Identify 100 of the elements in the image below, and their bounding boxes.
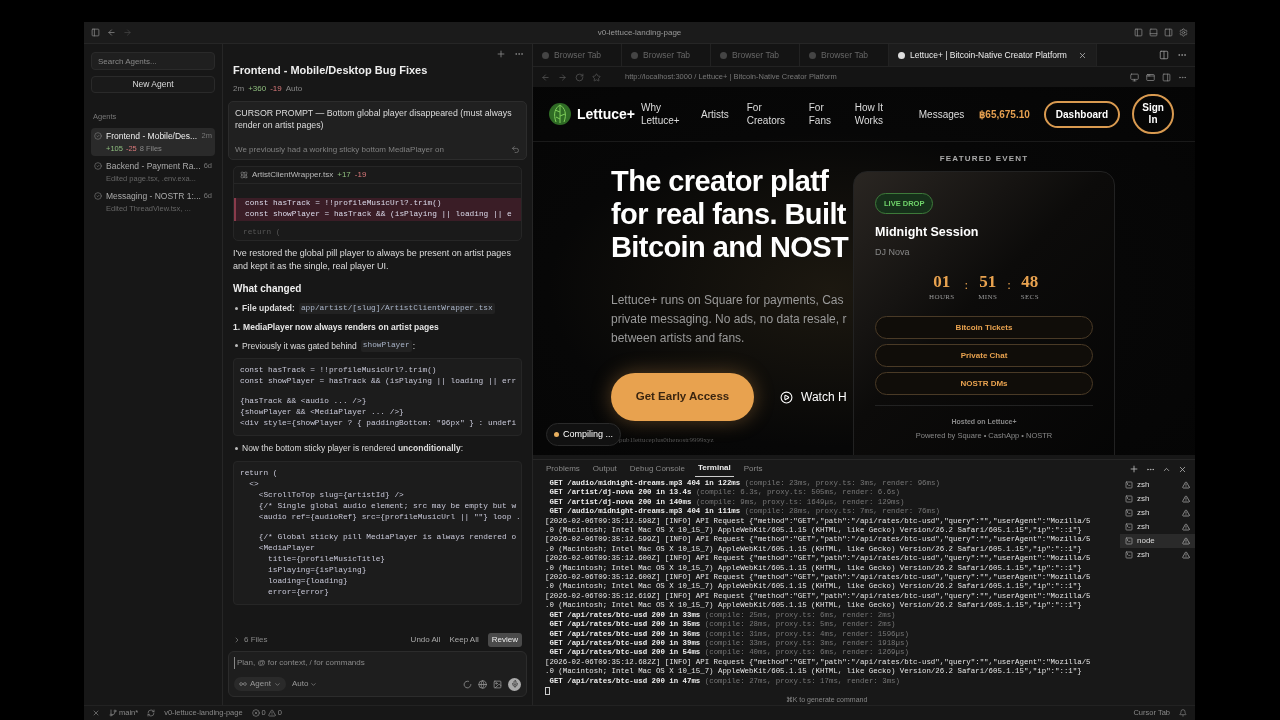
removed-count: -19: [270, 82, 282, 95]
panel-tab[interactable]: Problems: [543, 460, 583, 477]
agent-title: Backend - Payment Ra...: [106, 160, 201, 173]
favicon-icon: [898, 51, 905, 59]
terminal-icon: [1125, 509, 1133, 517]
panel-tab[interactable]: Ports: [740, 460, 766, 477]
chevron-icon[interactable]: [233, 636, 241, 644]
event-title: Midnight Session: [875, 224, 980, 242]
favicon-icon: [809, 51, 816, 59]
undo-icon[interactable]: [511, 145, 520, 154]
add-icon[interactable]: [496, 49, 506, 59]
new-terminal-icon[interactable]: [1129, 464, 1139, 474]
split-view-icon[interactable]: [1159, 50, 1169, 60]
window-title: v0-lettuce-landing-page: [596, 26, 683, 39]
terminal-icon: [1125, 551, 1133, 559]
files-count: 6 Files: [244, 634, 268, 646]
panel-tab[interactable]: Terminal: [694, 460, 734, 477]
reload-icon[interactable]: [575, 72, 584, 82]
brand-name[interactable]: Lettuce+: [577, 103, 635, 125]
close-icon[interactable]: [1178, 464, 1187, 474]
added-count: +360: [248, 82, 267, 95]
panel-icon[interactable]: [1162, 72, 1171, 82]
mic-button[interactable]: [508, 677, 521, 691]
sidebar-toggle-icon[interactable]: [91, 28, 100, 37]
terminal-icon: [1125, 537, 1133, 545]
watch-link[interactable]: Watch H: [780, 388, 847, 406]
list-text: Now the bottom sticky player is rendered unconditionally:: [242, 442, 464, 455]
browser-tab[interactable]: Lettuce+ | Bitcoin-Native Creator Platform: [889, 44, 1097, 66]
monitor-icon[interactable]: [1130, 72, 1139, 82]
close-icon[interactable]: [1077, 50, 1087, 60]
nav-link[interactable]: Messages: [918, 107, 965, 121]
list-text: Previously it was gated behind: [242, 339, 357, 353]
search-field[interactable]: Search Agents...: [91, 52, 215, 70]
globe-icon[interactable]: [478, 679, 487, 689]
mode-label: Auto: [285, 82, 303, 95]
terminal-session[interactable]: zsh: [1120, 506, 1195, 520]
undo-all-button[interactable]: Undo All: [410, 634, 441, 646]
bell-icon[interactable]: [1179, 709, 1187, 717]
back-icon[interactable]: [541, 72, 550, 82]
hero-text: between artists and fans.: [611, 330, 745, 347]
forward-icon[interactable]: [558, 72, 567, 82]
star-icon[interactable]: [592, 72, 601, 82]
settings-icon[interactable]: [1179, 28, 1188, 37]
faded-text: We previously had a working sticky bottom MediaPlayer on: [235, 143, 444, 156]
panel-tab[interactable]: Debug Console: [626, 460, 688, 477]
sync-icon[interactable]: [147, 709, 156, 717]
early-access-button[interactable]: Get Early Access: [611, 373, 754, 421]
nav-link[interactable]: For Creators: [746, 101, 791, 127]
layout-icon[interactable]: [1149, 28, 1158, 37]
dashboard-button[interactable]: Dashboard: [1043, 100, 1121, 128]
featured-label: FEATURED EVENT: [938, 153, 1030, 165]
keep-all-button[interactable]: Keep All: [449, 634, 479, 646]
model-dropdown[interactable]: Auto: [291, 678, 318, 690]
event-action-button[interactable]: Private Chat: [875, 344, 1093, 367]
branch-icon: [109, 709, 117, 717]
file-name: ArtistClientWrapper.tsx: [252, 168, 334, 181]
agent-title: Frontend - Mobile/Des...: [106, 130, 198, 143]
message-text: I've restored the global pill player to always be present on artist pages and kept it as the single, real player UI.: [233, 247, 512, 273]
new-agent-button[interactable]: New Agent: [91, 76, 215, 93]
message-heading: What changed: [233, 282, 303, 296]
nav-link[interactable]: Artists: [700, 107, 729, 121]
colon-separator: :: [964, 275, 969, 294]
panel-tab[interactable]: Output: [589, 460, 620, 477]
terminal-session[interactable]: node: [1120, 534, 1195, 548]
warning-icon: [1182, 551, 1190, 559]
agent-dropdown[interactable]: Agent: [234, 677, 286, 691]
hero-text: Lettuce+ runs on Square for payments, Cas: [611, 292, 844, 309]
removed-count: -19: [354, 168, 367, 181]
caret-icon: [273, 680, 281, 688]
hero-text: private messaging. No ads, no data resale, r: [611, 311, 847, 328]
chat-time: 2m: [233, 82, 245, 95]
window-icon[interactable]: [1146, 72, 1155, 82]
back-icon[interactable]: [107, 28, 116, 37]
image-icon[interactable]: [493, 679, 502, 689]
terminal-session[interactable]: zsh: [1120, 520, 1195, 534]
event-action-button[interactable]: NOSTR DMs: [875, 372, 1093, 395]
terminal-session[interactable]: zsh: [1120, 548, 1195, 562]
microphone-icon: [510, 680, 519, 688]
hero-headline: The creator platf: [611, 165, 829, 198]
cursor: [545, 686, 550, 695]
nav-link[interactable]: For Fans: [808, 101, 837, 127]
countdown-value: 51: [979, 271, 997, 292]
list-text: :: [412, 339, 415, 353]
terminal-session[interactable]: zsh: [1120, 492, 1195, 506]
terminal-session[interactable]: zsh: [1120, 478, 1195, 492]
event-action-button[interactable]: Bitcoin Tickets: [875, 316, 1093, 339]
review-button[interactable]: Review: [487, 633, 522, 647]
chat-title: Frontend - Mobile/Desktop Bug Fixes: [233, 63, 429, 78]
btc-price: ฿65,675.10: [979, 107, 1030, 122]
terminal-icon: [1125, 495, 1133, 503]
warning-icon: [267, 709, 276, 717]
layout-icon[interactable]: [1134, 28, 1143, 37]
colon-separator: :: [1007, 275, 1011, 294]
nav-link[interactable]: Why Lettuce+: [640, 101, 683, 127]
layout-icon[interactable]: [1164, 28, 1173, 37]
event-artist: DJ Nova: [875, 246, 911, 259]
nav-link[interactable]: How It Works: [854, 101, 901, 127]
terminal-icon: [1125, 481, 1133, 489]
sign-in-button[interactable]: Sign In: [1132, 94, 1175, 134]
list-text: MediaPlayer now always renders on artist pages: [243, 320, 439, 334]
